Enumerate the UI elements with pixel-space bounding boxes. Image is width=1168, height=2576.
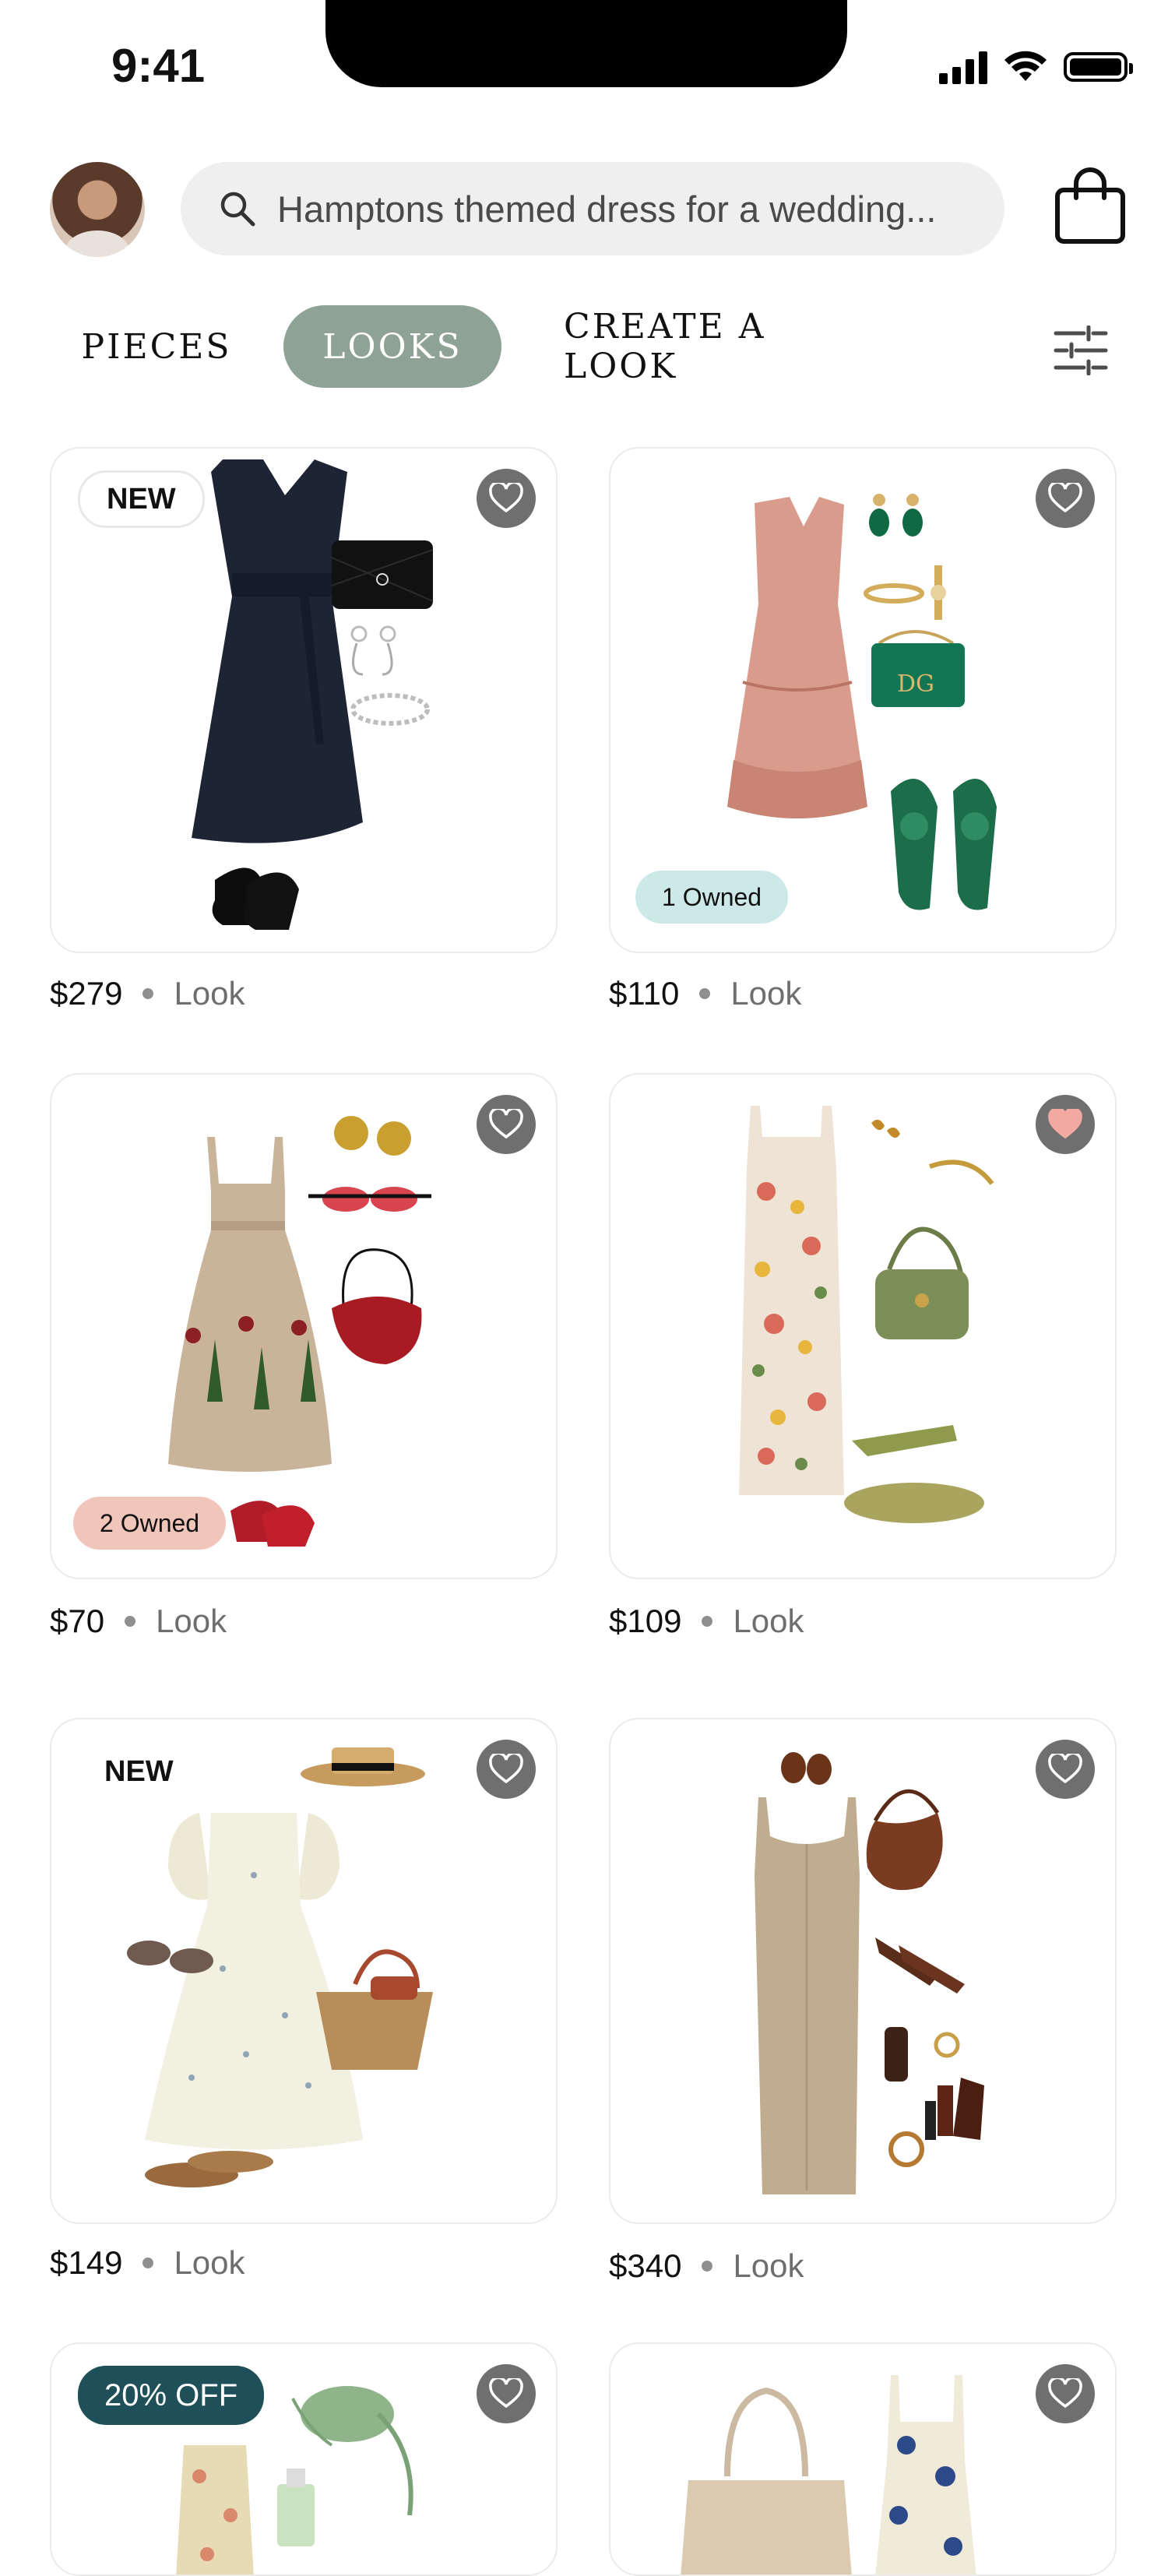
heart-icon — [489, 2378, 523, 2409]
heart-icon — [1048, 2378, 1082, 2409]
favorite-button[interactable] — [1036, 469, 1095, 528]
heart-icon — [1048, 483, 1082, 513]
discount-badge: 20% OFF — [78, 2366, 265, 2425]
look-price: $149 — [50, 2244, 123, 2281]
favorite-button[interactable] — [477, 1095, 536, 1154]
filter-sliders-icon[interactable] — [1053, 326, 1109, 375]
shopping-bag-icon[interactable] — [1053, 164, 1128, 245]
look-caption-4: $109 Look — [609, 1603, 804, 1640]
tab-looks[interactable]: LOOKS — [283, 305, 501, 388]
favorite-button[interactable] — [1036, 1740, 1095, 1799]
favorite-button[interactable] — [1036, 2364, 1095, 2423]
status-icons — [939, 50, 1133, 84]
look-kind: Look — [156, 1603, 227, 1639]
owned-badge: 1 Owned — [635, 871, 789, 924]
user-avatar[interactable] — [50, 162, 145, 257]
search-bar[interactable]: Hamptons themed dress for a wedding... — [181, 162, 1004, 255]
look-kind: Look — [733, 2247, 804, 2284]
look-kind: Look — [174, 2244, 245, 2281]
battery-icon — [1064, 52, 1133, 82]
favorite-button[interactable] — [477, 2364, 536, 2423]
favorite-button[interactable] — [1036, 1095, 1095, 1154]
heart-icon — [489, 1109, 523, 1139]
new-badge: NEW — [104, 1754, 174, 1788]
look-kind: Look — [733, 1603, 804, 1639]
heart-icon — [1048, 1109, 1082, 1139]
heart-icon — [489, 483, 523, 513]
look-caption-3: $70 Look — [50, 1603, 227, 1640]
look-caption-1: $279 Look — [50, 975, 245, 1012]
heart-icon — [1048, 1754, 1082, 1784]
favorite-button[interactable] — [477, 469, 536, 528]
look-caption-2: $110 Look — [609, 975, 801, 1012]
search-icon — [220, 192, 255, 227]
look-image-4 — [739, 1106, 994, 1523]
look-caption-6: $340 Look — [609, 2247, 804, 2285]
look-price: $110 — [609, 975, 680, 1012]
heart-icon — [489, 1754, 523, 1784]
look-image-6 — [755, 1752, 984, 2194]
view-tabs: PIECES LOOKS CREATE A LOOK — [0, 305, 1168, 391]
owned-badge: 2 Owned — [73, 1497, 227, 1550]
look-kind: Look — [730, 975, 802, 1012]
look-card-4[interactable] — [609, 1073, 1117, 1579]
cellular-signal-icon — [939, 50, 987, 84]
look-card-8[interactable] — [609, 2342, 1117, 2576]
look-card-2[interactable]: DG 1 Owned — [609, 447, 1117, 953]
tab-create-a-look[interactable]: CREATE A LOOK — [564, 305, 875, 388]
status-time: 9:41 — [111, 40, 206, 92]
look-card-3[interactable]: 2 Owned — [50, 1073, 558, 1579]
search-query[interactable]: Hamptons themed dress for a wedding... — [277, 188, 994, 231]
look-price: $340 — [609, 2247, 682, 2284]
look-price: $70 — [50, 1603, 105, 1639]
look-caption-5: $149 Look — [50, 2244, 245, 2282]
look-price: $109 — [609, 1603, 682, 1639]
look-card-6[interactable] — [609, 1718, 1117, 2224]
look-card-1[interactable]: NEW — [50, 447, 558, 953]
look-kind: Look — [174, 975, 245, 1012]
wifi-icon — [1004, 51, 1047, 81]
look-card-7[interactable]: 20% OFF — [50, 2342, 558, 2576]
tab-pieces[interactable]: PIECES — [75, 305, 238, 388]
look-price: $279 — [50, 975, 123, 1012]
look-card-5[interactable]: NEW — [50, 1718, 558, 2224]
camera-notch — [325, 0, 847, 87]
new-badge: NEW — [78, 470, 205, 528]
svg-text:DG: DG — [897, 670, 934, 698]
favorite-button[interactable] — [477, 1740, 536, 1799]
